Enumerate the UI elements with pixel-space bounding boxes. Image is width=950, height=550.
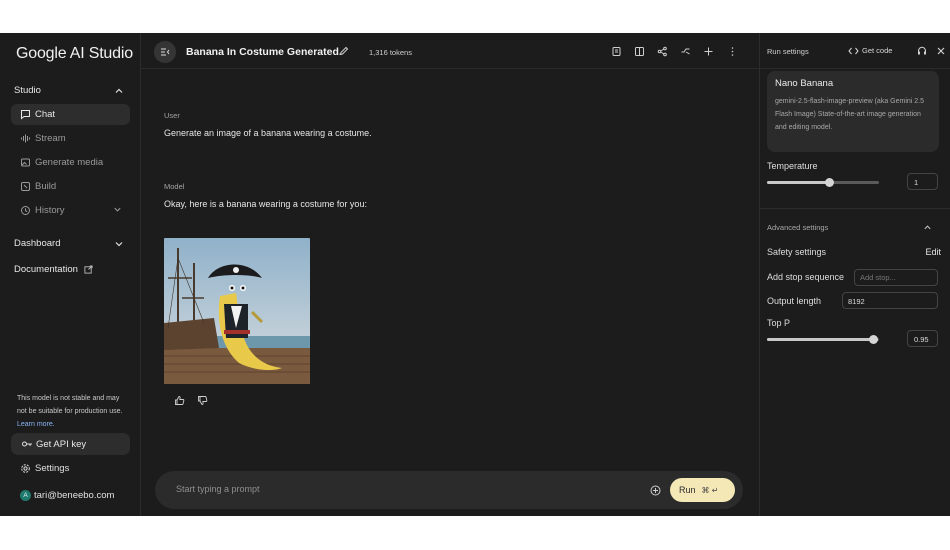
sidebar-item-label: Stream: [35, 133, 66, 144]
chevron-up-icon: [115, 88, 123, 93]
output-length-label: Output length: [767, 296, 822, 306]
account-menu[interactable]: A tari@beneebo.com: [20, 490, 114, 501]
temperature-slider[interactable]: [767, 178, 879, 187]
account-email: tari@beneebo.com: [34, 490, 115, 501]
left-sidebar: Google AI Studio Studio Chat Stream Gene…: [0, 33, 141, 516]
top-p-slider-fill: [767, 338, 874, 341]
stop-sequence-label: Add stop sequence: [767, 272, 845, 282]
sidebar-item-history[interactable]: History: [11, 200, 130, 221]
get-api-key-button[interactable]: Get API key: [11, 433, 130, 455]
top-p-slider-handle[interactable]: [869, 335, 879, 344]
top-p-label: Top P: [767, 318, 791, 328]
app-logo[interactable]: Google AI Studio: [16, 45, 133, 63]
new-chat-icon[interactable]: [703, 46, 714, 57]
model-description: gemini-2.5-flash-image-preview (aka Gemi…: [775, 98, 925, 131]
dashboard-label: Dashboard: [14, 238, 61, 249]
media-icon: [20, 157, 31, 168]
divider: [760, 208, 950, 209]
edit-title-icon[interactable]: [339, 46, 349, 56]
generated-image[interactable]: [164, 238, 310, 384]
get-code-button[interactable]: Get code: [848, 46, 892, 55]
documentation-label: Documentation: [14, 264, 78, 275]
sidebar-item-chat[interactable]: Chat: [11, 104, 130, 125]
key-icon: [22, 441, 32, 447]
compare-icon[interactable]: [634, 46, 645, 57]
run-settings-panel: Run settings Get code Nano Banana gemini…: [759, 33, 950, 516]
sidebar-item-build[interactable]: Build: [11, 176, 130, 197]
chevron-down-icon: [115, 241, 123, 246]
thumbs-up-icon[interactable]: [174, 395, 185, 406]
model-role-label: Model: [164, 182, 185, 191]
learn-more-link[interactable]: Learn more.: [17, 421, 55, 428]
studio-label: Studio: [14, 85, 41, 96]
safety-settings-label: Safety settings: [767, 247, 827, 257]
get-code-label: Get code: [862, 46, 893, 55]
more-options-icon[interactable]: [727, 46, 738, 57]
chat-icon: [20, 109, 31, 120]
notice-text: This model is not stable and may not be …: [17, 395, 123, 415]
menu-collapse-icon: [161, 48, 170, 56]
sidebar-item-stream[interactable]: Stream: [11, 128, 130, 149]
model-selector-card[interactable]: Nano Banana gemini-2.5-flash-image-previ…: [767, 71, 939, 152]
run-button[interactable]: Run ⌘ ↵: [670, 478, 735, 502]
sidebar-item-label: Generate media: [35, 157, 104, 168]
temperature-slider-fill: [767, 181, 829, 184]
temperature-label: Temperature: [767, 161, 818, 171]
prompt-input[interactable]: [176, 484, 596, 494]
headset-icon[interactable]: [917, 46, 927, 56]
panel-header: Run settings Get code: [760, 33, 950, 69]
external-link-icon: [84, 265, 93, 274]
branch-icon[interactable]: [680, 46, 691, 57]
chevron-down-icon: [114, 207, 121, 212]
top-p-slider[interactable]: [767, 335, 879, 344]
top-p-value[interactable]: 0.95: [907, 330, 938, 347]
user-role-label: User: [164, 111, 180, 120]
temperature-slider-handle[interactable]: [824, 178, 834, 187]
studio-section-header[interactable]: Studio: [14, 85, 124, 96]
model-stability-notice: This model is not stable and may not be …: [17, 392, 127, 431]
share-icon[interactable]: [657, 46, 668, 57]
panel-title: Run settings: [767, 47, 809, 56]
chat-main: Banana In Costume Generated. 1,316 token…: [141, 33, 759, 516]
code-icon: [848, 47, 859, 54]
model-name: Nano Banana: [775, 78, 834, 89]
token-count: 1,316 tokens: [369, 48, 412, 57]
stop-sequence-input[interactable]: [854, 269, 938, 286]
ai-studio-window: Google AI Studio Studio Chat Stream Gene…: [0, 33, 950, 516]
add-media-icon[interactable]: [650, 485, 661, 496]
sidebar-item-generate-media[interactable]: Generate media: [11, 152, 130, 173]
build-icon: [20, 181, 31, 192]
settings-link[interactable]: Settings: [20, 463, 69, 474]
run-label: Run: [679, 485, 696, 495]
toggle-sidebar-button[interactable]: [154, 41, 176, 63]
avatar: A: [20, 490, 31, 501]
history-icon: [20, 205, 31, 216]
model-message: Okay, here is a banana wearing a costume…: [164, 199, 367, 209]
prompt-bar: Run ⌘ ↵: [155, 471, 743, 509]
api-key-label: Get API key: [36, 438, 87, 450]
safety-edit-button[interactable]: Edit: [925, 247, 941, 257]
notebook-icon[interactable]: [611, 46, 622, 57]
output-length-input[interactable]: 8192: [842, 292, 938, 309]
thumbs-down-icon[interactable]: [197, 395, 208, 406]
settings-label: Settings: [35, 463, 70, 474]
page-title: Banana In Costume Generated.: [186, 46, 342, 58]
close-icon[interactable]: [936, 46, 946, 56]
run-shortcut: ⌘ ↵: [701, 485, 719, 495]
temperature-value[interactable]: 1: [907, 173, 938, 190]
chat-toolbar: Banana In Costume Generated. 1,316 token…: [141, 33, 759, 69]
chevron-up-icon[interactable]: [923, 223, 932, 232]
sidebar-item-label: Build: [35, 181, 57, 192]
dashboard-section-header[interactable]: Dashboard: [14, 238, 124, 249]
documentation-link[interactable]: Documentation: [14, 264, 124, 275]
waveform-icon: [20, 133, 31, 144]
sidebar-item-label: History: [35, 205, 65, 216]
gear-icon: [21, 464, 30, 473]
advanced-settings-label[interactable]: Advanced settings: [767, 223, 828, 232]
user-message: Generate an image of a banana wearing a …: [164, 128, 372, 138]
sidebar-item-label: Chat: [35, 109, 56, 120]
